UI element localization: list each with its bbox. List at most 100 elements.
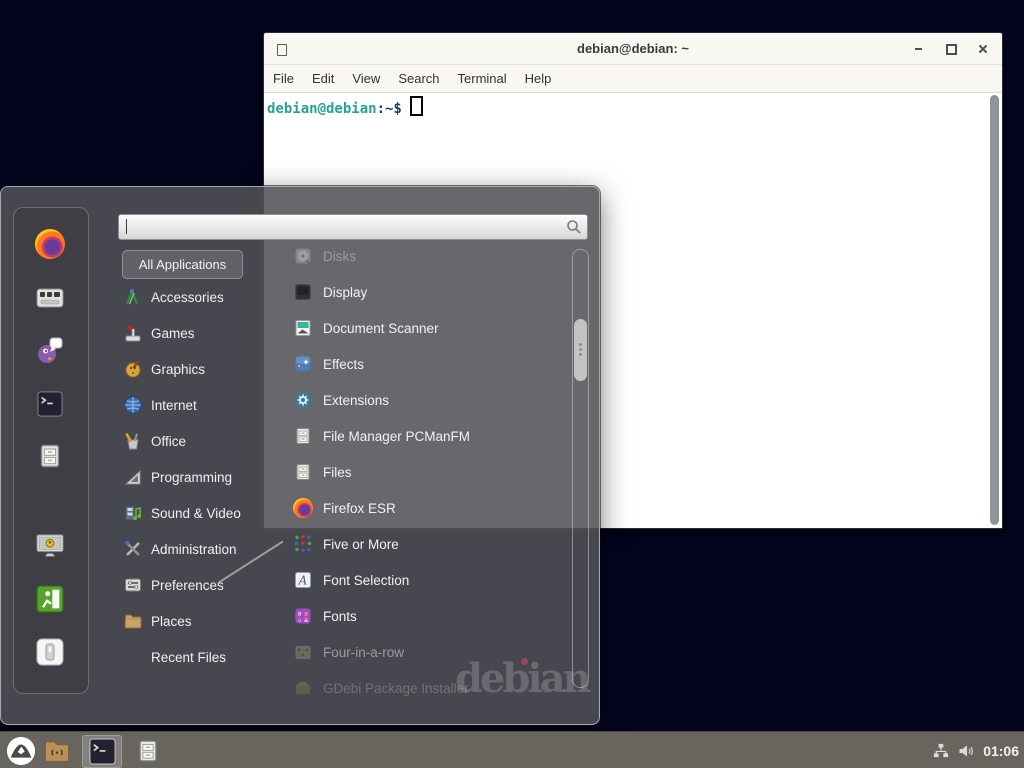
app-item-font-selection[interactable]: A Font Selection (293, 562, 563, 598)
category-item-games[interactable]: Games (123, 315, 273, 351)
menu-terminal[interactable]: Terminal (449, 65, 516, 92)
app-label: Fonts (323, 609, 357, 624)
category-label: Office (151, 434, 186, 449)
sidebar-lock-screen-button[interactable] (35, 531, 65, 561)
close-button[interactable] (975, 41, 991, 57)
terminal-cursor (410, 96, 423, 116)
app-item-firefox-esr[interactable]: Firefox ESR (293, 490, 563, 526)
app-item-five-or-more[interactable]: Five or More (293, 526, 563, 562)
app-label: GDebi Package Installer (323, 681, 469, 696)
shut-down-icon (35, 637, 65, 667)
app-label: Extensions (323, 393, 389, 408)
sidebar-files-button[interactable] (35, 441, 65, 471)
all-applications-button[interactable]: All Applications (122, 250, 243, 279)
extensions-gear-icon (293, 390, 313, 410)
category-item-accessories[interactable]: Accessories (123, 279, 273, 315)
display-icon (293, 282, 313, 302)
taskbar-file-manager-button[interactable] (132, 735, 164, 766)
category-item-programming[interactable]: Programming (123, 459, 273, 495)
app-item-disks[interactable]: Disks (293, 238, 563, 274)
app-list-scrollbar-thumb[interactable] (574, 319, 587, 381)
category-item-sound-video[interactable]: Sound & Video (123, 495, 273, 531)
menu-search[interactable]: Search (389, 65, 448, 92)
category-label: Internet (151, 398, 197, 413)
font-selection-icon: A (293, 570, 313, 590)
app-item-fonts[interactable]: a a a a Fonts (293, 598, 563, 634)
document-scanner-icon (293, 318, 313, 338)
search-icon (566, 219, 582, 235)
programming-icon (123, 467, 143, 487)
sound-video-icon (123, 503, 143, 523)
shell-prompt: debian@debian:~$ (267, 96, 423, 117)
app-label: Effects (323, 357, 364, 372)
taskbar: 01:06 (0, 731, 1024, 768)
taskbar-terminal-button[interactable] (82, 735, 122, 768)
sidebar-pidgin-button[interactable] (35, 335, 65, 365)
terminal-titlebar[interactable]: debian@debian: ~ (264, 33, 1002, 65)
category-item-recent-files[interactable]: Recent Files (123, 639, 273, 675)
sidebar-shut-down-button[interactable] (35, 637, 65, 667)
app-item-display[interactable]: Display (293, 274, 563, 310)
sidebar-terminal-button[interactable] (35, 389, 65, 419)
category-item-preferences[interactable]: Preferences (123, 567, 273, 603)
menu-edit[interactable]: Edit (303, 65, 343, 92)
category-label: Sound & Video (151, 506, 241, 521)
lock-screen-icon (35, 531, 65, 561)
maximize-icon (946, 44, 957, 55)
file-cabinet-icon (36, 442, 64, 470)
folder-icon (43, 738, 71, 764)
internet-icon (123, 395, 143, 415)
terminal-icon (89, 738, 116, 765)
close-icon (978, 44, 988, 54)
file-cabinet-icon (293, 462, 313, 482)
debian-swirl-dot-icon (521, 658, 528, 665)
app-list-scrollbar-track[interactable] (572, 249, 589, 688)
terminal-icon (37, 391, 63, 417)
menu-help[interactable]: Help (516, 65, 561, 92)
sidebar-firefox-button[interactable] (35, 229, 65, 259)
svg-text:A: A (298, 574, 308, 588)
category-item-internet[interactable]: Internet (123, 387, 273, 423)
all-applications-label: All Applications (139, 257, 226, 272)
app-label: Display (323, 285, 367, 300)
minimize-button[interactable] (910, 41, 926, 57)
application-menu: All Applications Accessories Games (0, 186, 600, 725)
category-label: Places (151, 614, 192, 629)
administration-icon (123, 539, 143, 559)
category-label: Graphics (151, 362, 205, 377)
search-input[interactable] (125, 217, 555, 235)
five-or-more-icon (293, 534, 313, 554)
app-item-file-manager-pcmanfm[interactable]: File Manager PCManFM (293, 418, 563, 454)
terminal-scrollbar[interactable] (990, 95, 999, 525)
app-label: Five or More (323, 537, 399, 552)
app-item-effects[interactable]: Effects (293, 346, 563, 382)
places-folder-icon (123, 611, 143, 631)
taskbar-menu-button[interactable] (5, 735, 37, 766)
menu-view[interactable]: View (343, 65, 389, 92)
category-item-graphics[interactable]: Graphics (123, 351, 273, 387)
app-label: Four-in-a-row (323, 645, 404, 660)
office-icon (123, 431, 143, 451)
minimize-icon (915, 48, 922, 50)
app-item-extensions[interactable]: Extensions (293, 382, 563, 418)
maximize-button[interactable] (943, 41, 959, 57)
menu-logo-icon (6, 736, 36, 766)
category-item-places[interactable]: Places (123, 603, 273, 639)
sidebar-log-out-button[interactable] (35, 584, 65, 614)
desktop-watermark: debian (455, 655, 589, 702)
firefox-icon (35, 229, 65, 259)
app-item-files[interactable]: Files (293, 454, 563, 490)
app-item-document-scanner[interactable]: Document Scanner (293, 310, 563, 346)
menu-file[interactable]: File (264, 65, 303, 92)
volume-icon[interactable] (957, 742, 975, 760)
disks-icon (293, 246, 313, 266)
no-icon-spacer (123, 647, 143, 667)
taskbar-desktop-folder-button[interactable] (41, 735, 73, 766)
sidebar-software-button[interactable] (35, 283, 65, 313)
app-label: Disks (323, 249, 356, 264)
gdebi-icon (293, 678, 313, 698)
category-label: Administration (151, 542, 237, 557)
category-item-office[interactable]: Office (123, 423, 273, 459)
clock[interactable]: 01:06 (983, 743, 1019, 759)
network-icon[interactable] (932, 742, 949, 759)
